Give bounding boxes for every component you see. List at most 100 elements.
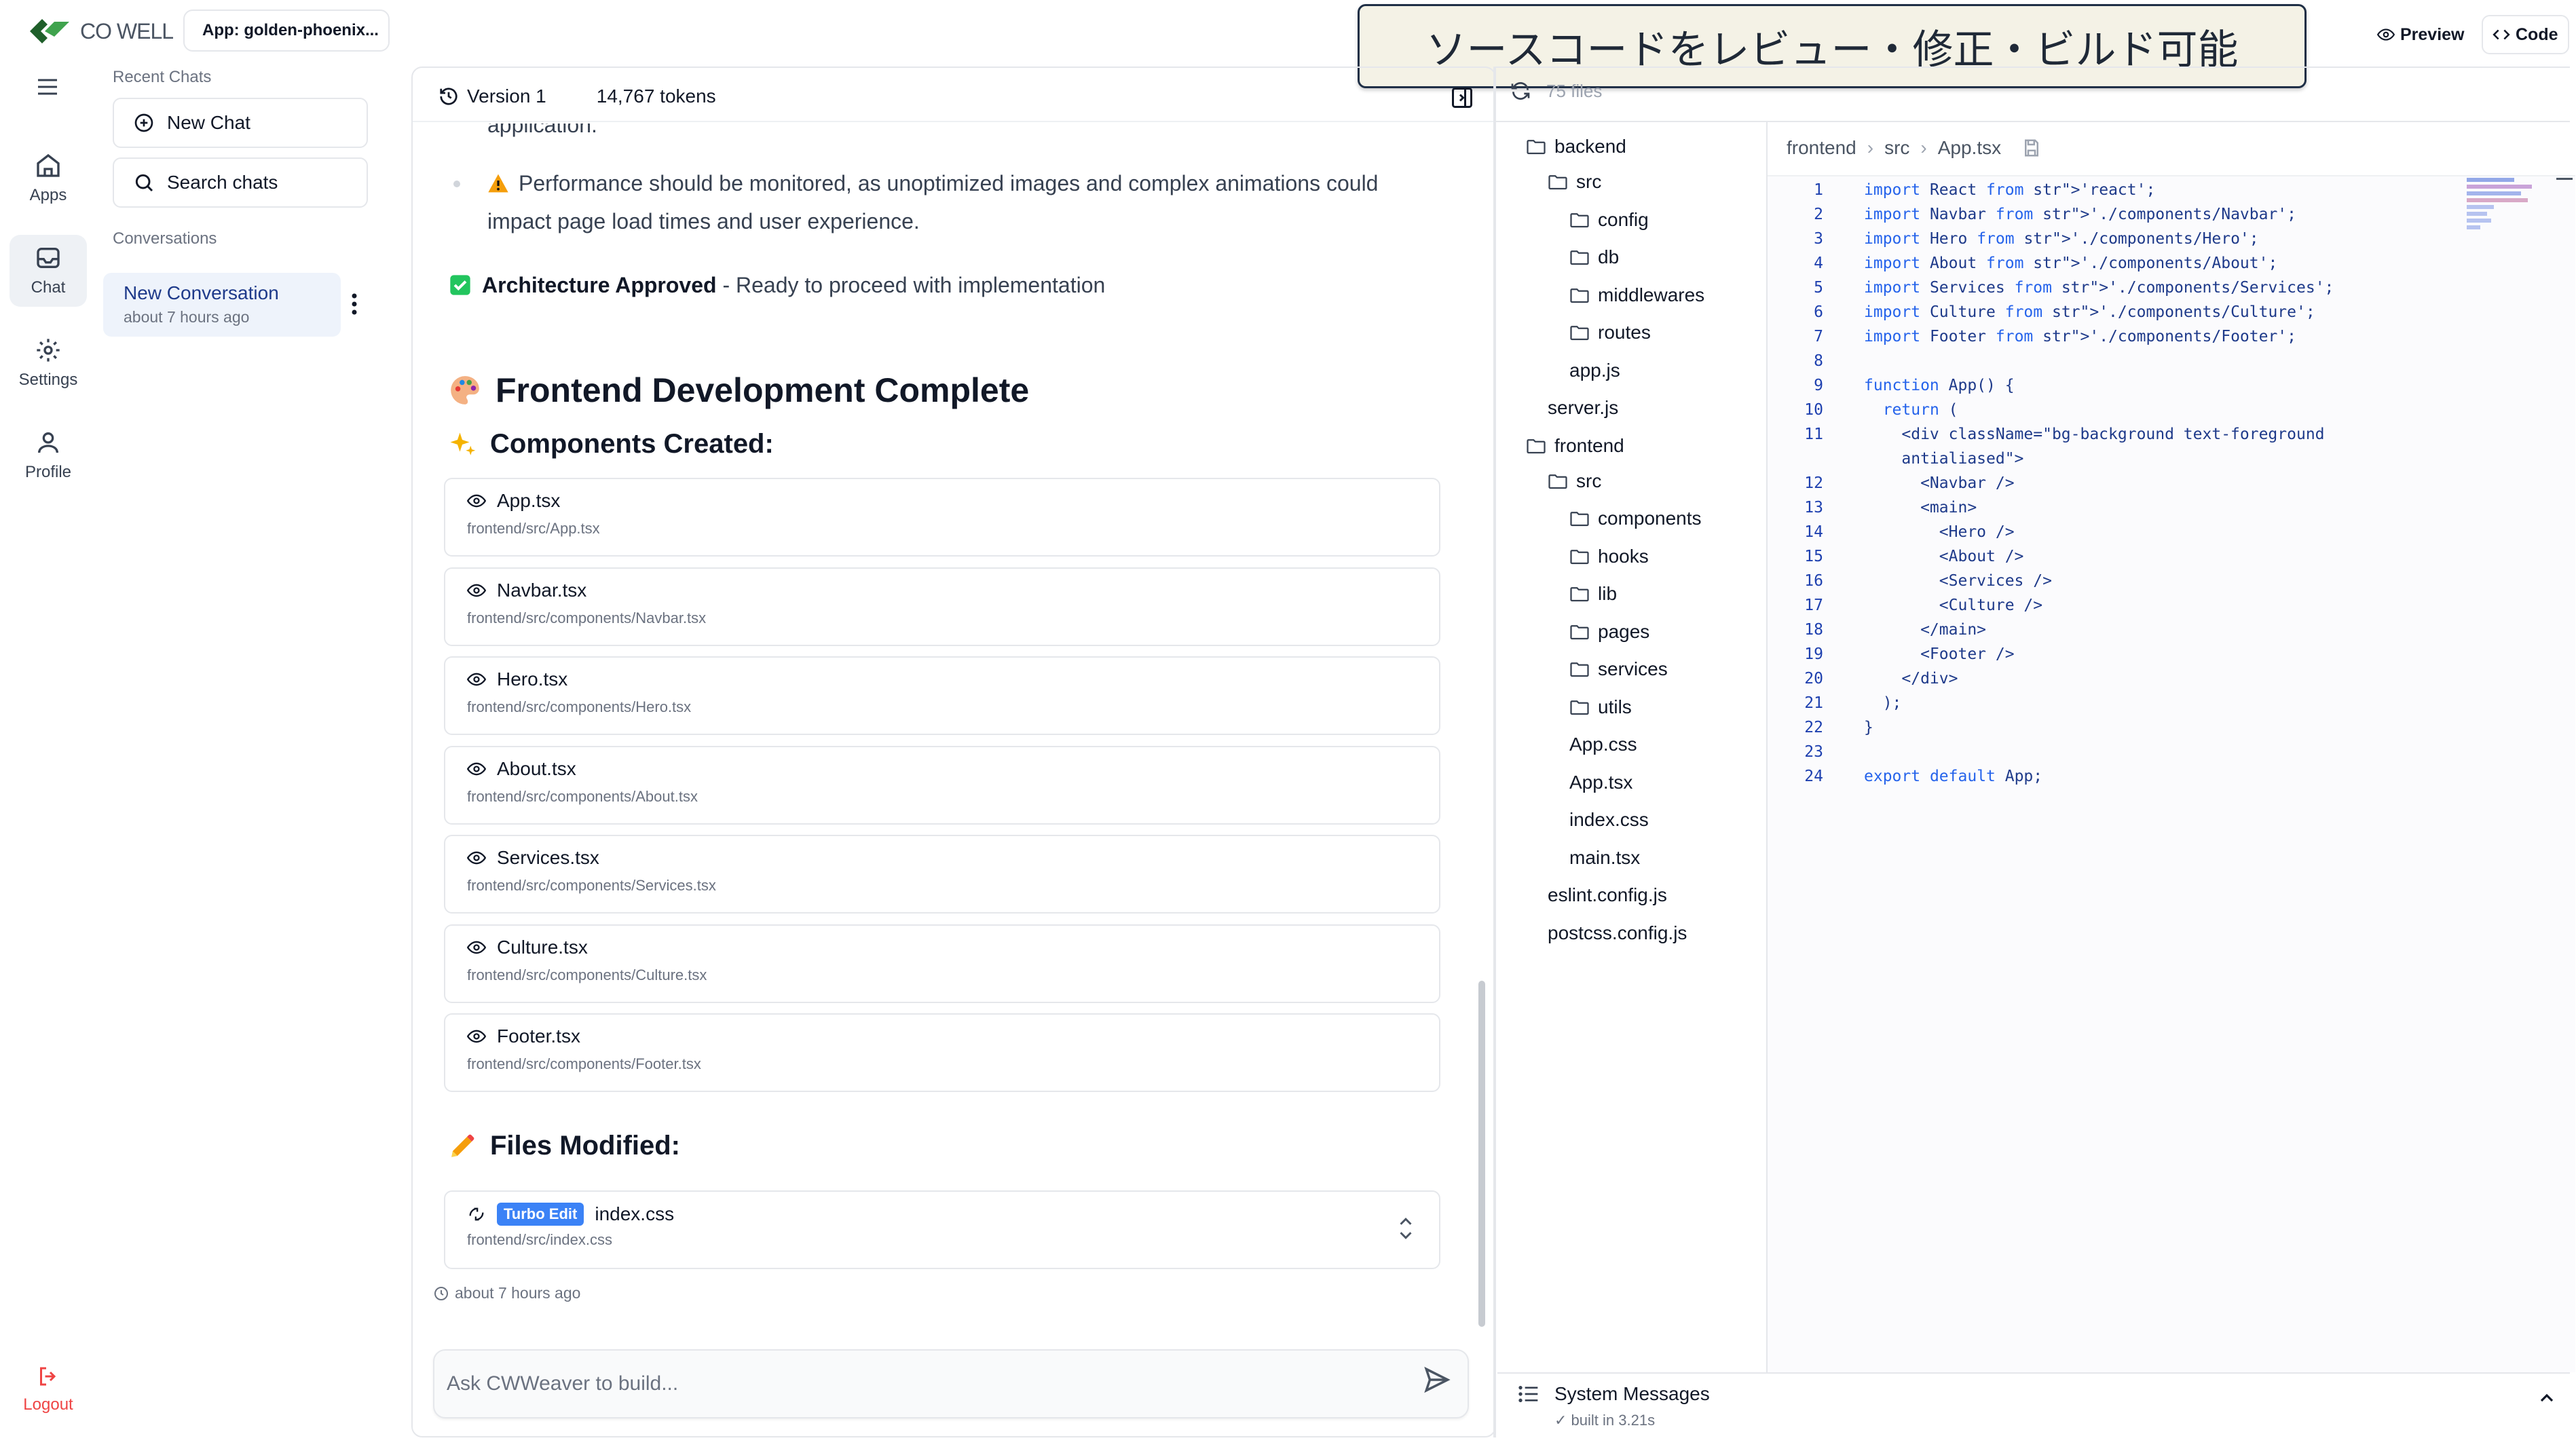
toggle-panel-button[interactable] xyxy=(1450,86,1474,110)
code-line: 4 import About from str">'./components/Ab… xyxy=(1769,251,2461,276)
tree-item-label: src xyxy=(1576,171,1602,192)
code-line: 3 import Hero from str">'./components/Her… xyxy=(1769,227,2461,251)
frontend-heading: Frontend Development Complete xyxy=(448,371,1029,410)
breadcrumb-item[interactable]: App.tsx xyxy=(1938,137,2001,159)
component-card[interactable]: Navbar.tsx frontend/src/components/Navbar… xyxy=(444,567,1440,646)
tree-folder[interactable]: routes xyxy=(1569,322,1651,343)
app-selector[interactable]: App: golden-phoenix... xyxy=(183,10,390,52)
tree-folder[interactable]: lib xyxy=(1569,583,1617,605)
tree-folder[interactable]: src xyxy=(1548,171,1601,193)
tree-folder[interactable]: middlewares xyxy=(1569,284,1704,306)
conversation-item[interactable]: New Conversation about 7 hours ago xyxy=(103,273,341,337)
timestamp-text: about 7 hours ago xyxy=(455,1284,581,1302)
folder-icon xyxy=(1527,438,1546,453)
code-line: 5 import Services from str">'./components… xyxy=(1769,276,2461,300)
tree-file[interactable]: server.js xyxy=(1548,397,1618,419)
tree-folder[interactable]: db xyxy=(1569,246,1619,268)
code-line: 8 xyxy=(1769,349,2461,373)
warning-text-2: impact page load times and user experien… xyxy=(487,209,920,233)
breadcrumb-item[interactable]: frontend xyxy=(1787,137,1856,159)
eye-icon xyxy=(467,673,486,686)
component-name: Navbar.tsx xyxy=(497,579,587,601)
tree-folder[interactable]: hooks xyxy=(1569,546,1649,567)
code-minimap[interactable] xyxy=(2467,178,2541,246)
tree-folder[interactable]: src xyxy=(1548,470,1601,492)
tree-file[interactable]: App.css xyxy=(1569,734,1637,755)
modified-file-card[interactable]: Turbo Edit index.css frontend/src/index.… xyxy=(444,1190,1440,1269)
tree-folder[interactable]: frontend xyxy=(1526,435,1624,457)
rail-chat-label: Chat xyxy=(31,278,66,297)
refresh-icon[interactable] xyxy=(1510,80,1531,102)
component-card[interactable]: Services.tsx frontend/src/components/Serv… xyxy=(444,835,1440,914)
component-card[interactable]: Footer.tsx frontend/src/components/Footer… xyxy=(444,1013,1440,1092)
code-line: 10 return ( xyxy=(1769,398,2461,422)
send-button[interactable] xyxy=(1423,1366,1451,1394)
chevron-up-icon[interactable] xyxy=(2536,1387,2558,1409)
tree-folder[interactable]: pages xyxy=(1569,621,1649,643)
component-card[interactable]: App.tsx frontend/src/App.tsx xyxy=(444,478,1440,557)
history-icon xyxy=(440,88,458,105)
chat-input[interactable]: Ask CWWeaver to build... xyxy=(433,1349,1469,1418)
rail-apps[interactable]: Apps xyxy=(10,143,87,214)
component-card[interactable]: Culture.tsx frontend/src/components/Cultu… xyxy=(444,924,1440,1003)
user-icon xyxy=(38,432,58,453)
tree-item-label: server.js xyxy=(1548,397,1619,418)
logout-label: Logout xyxy=(23,1395,73,1414)
plus-circle-icon xyxy=(134,113,153,132)
tree-file[interactable]: App.tsx xyxy=(1569,772,1632,793)
rail-profile[interactable]: Profile xyxy=(10,419,87,491)
code-text: <Culture /> xyxy=(1864,597,2043,614)
component-name: App.tsx xyxy=(497,490,561,511)
tree-folder[interactable]: backend xyxy=(1526,136,1626,157)
tree-item-label: pages xyxy=(1598,620,1650,642)
new-chat-button[interactable]: New Chat xyxy=(113,98,368,148)
chevrons-up-down-icon[interactable] xyxy=(1396,1215,1416,1242)
search-chats-button[interactable]: Search chats xyxy=(113,157,368,208)
tree-item-label: utils xyxy=(1598,696,1632,717)
menu-button[interactable] xyxy=(34,75,61,99)
tree-item-label: src xyxy=(1576,470,1602,491)
tree-folder[interactable]: utils xyxy=(1569,696,1632,718)
component-name: Hero.tsx xyxy=(497,669,568,690)
code-content[interactable]: 1 import React from str">'react'; 2 import … xyxy=(1769,178,2461,789)
folder-icon xyxy=(1527,140,1546,155)
tree-file[interactable]: eslint.config.js xyxy=(1548,884,1667,906)
code-text: <div className="bg-background text-foreg… xyxy=(1864,426,2325,443)
tree-folder[interactable]: services xyxy=(1569,658,1668,680)
tree-file[interactable]: index.css xyxy=(1569,809,1649,831)
tree-item-label: lib xyxy=(1598,583,1618,604)
preview-button[interactable]: Preview xyxy=(2368,15,2474,54)
chat-scroll-area[interactable]: application. Performance should be monit… xyxy=(413,124,1478,1338)
code-line: 11 <div className="bg-background text-fo… xyxy=(1769,422,2461,447)
line-number: 12 xyxy=(1804,474,1823,492)
tree-folder[interactable]: components xyxy=(1569,508,1702,529)
code-text: import About from str">'./components/Abo… xyxy=(1864,255,2278,272)
logout-button[interactable]: Logout xyxy=(10,1364,87,1414)
save-icon[interactable] xyxy=(2021,138,2042,158)
tree-file[interactable]: main.tsx xyxy=(1569,847,1640,869)
chat-scrollbar[interactable] xyxy=(1478,981,1485,1327)
tree-item-label: hooks xyxy=(1598,545,1649,567)
breadcrumb-item[interactable]: src xyxy=(1884,137,1909,159)
folder-icon xyxy=(1570,250,1589,265)
code-text: return ( xyxy=(1882,401,1958,419)
code-line: 15 <About /> xyxy=(1769,544,2461,569)
panel-divider[interactable] xyxy=(1493,67,1496,1437)
rail-settings[interactable]: Settings xyxy=(10,327,87,399)
app-logo[interactable]: CO WELL xyxy=(27,12,174,50)
code-button[interactable]: Code xyxy=(2482,15,2569,54)
system-messages-bar[interactable]: System Messages ✓ built in 3.21s xyxy=(1497,1372,2570,1437)
component-card[interactable]: Hero.tsx frontend/src/components/Hero.tsx xyxy=(444,656,1440,735)
tree-file[interactable]: app.js xyxy=(1569,360,1620,381)
code-label: Code xyxy=(2516,24,2558,44)
eye-icon xyxy=(467,584,486,597)
component-card[interactable]: About.tsx frontend/src/components/About.t… xyxy=(444,745,1440,825)
rail-chat[interactable]: Chat xyxy=(10,235,87,307)
turbo-edit-badge: Turbo Edit xyxy=(497,1203,584,1226)
conversation-menu-button[interactable] xyxy=(348,290,361,318)
tree-file[interactable]: postcss.config.js xyxy=(1548,922,1687,944)
logo-text: CO WELL xyxy=(80,18,174,43)
line-number: 11 xyxy=(1804,426,1823,443)
eye-icon xyxy=(467,851,486,865)
tree-folder[interactable]: config xyxy=(1569,209,1649,231)
